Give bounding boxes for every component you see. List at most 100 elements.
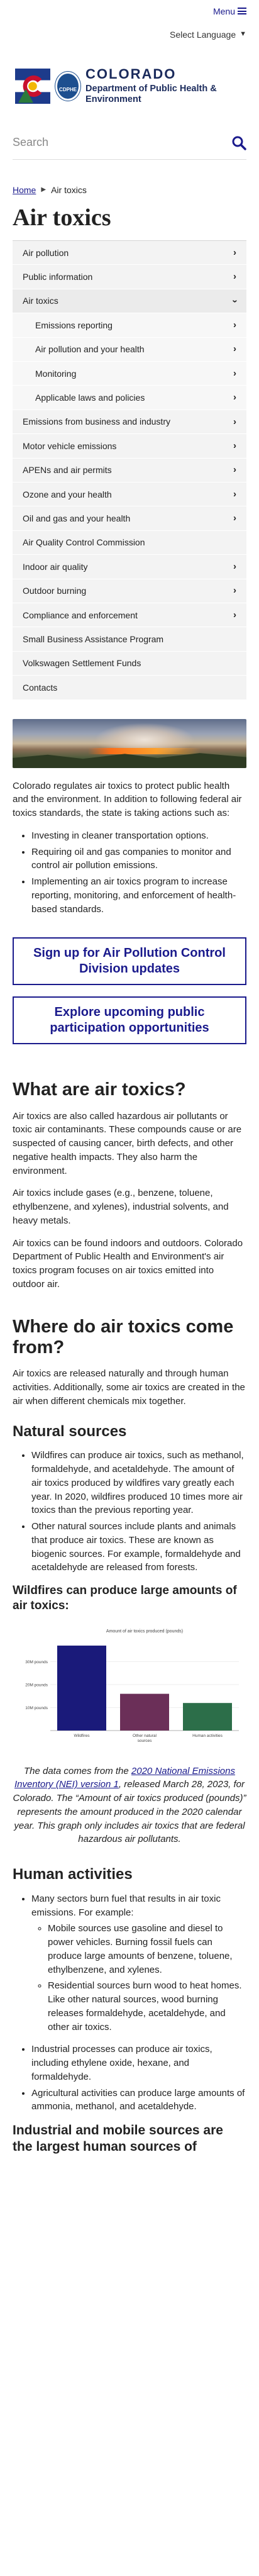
human-sublist: Mobile sources use gasoline and diesel t… [31, 1922, 246, 2034]
chevron-right-icon: › [233, 440, 236, 452]
list-item: Agricultural activities can produce larg… [31, 2087, 246, 2114]
side-navigation: Air pollution › Public information › Air t… [13, 240, 246, 700]
nav-item-motor-vehicle[interactable]: Motor vehicle emissions › [13, 434, 246, 459]
nav-item-label: Public information [23, 272, 93, 282]
nav-item-public-information[interactable]: Public information › [13, 265, 246, 289]
cdphe-logo-icon: CDPHE [55, 72, 81, 101]
list-item-text: Many sectors burn fuel that results in a… [31, 1893, 221, 1918]
nav-item-label: Air Quality Control Commission [23, 537, 145, 548]
nav-item-emissions-reporting[interactable]: Emissions reporting › [13, 313, 246, 338]
industrial-mobile-heading: Industrial and mobile sources are the la… [13, 2123, 223, 2155]
nav-item-contacts[interactable]: Contacts [13, 676, 246, 700]
nav-item-monitoring[interactable]: Monitoring › [13, 362, 246, 386]
nav-item-ozone[interactable]: Ozone and your health › [13, 482, 246, 507]
caption-lead: The data comes from the [23, 1765, 131, 1776]
bar-chart: Amount of air toxics produced (pounds) 10… [14, 1624, 245, 1751]
list-item: Residential sources burn wood to heat ho… [48, 1979, 246, 2034]
signup-updates-button[interactable]: Sign up for Air Pollution Control Divisi… [13, 937, 246, 986]
natural-list: Wildfires can produce air toxics, such a… [13, 1449, 246, 1575]
chevron-right-icon: ▶ [41, 186, 47, 193]
natural-sources-heading: Natural sources [13, 1422, 127, 1440]
nav-item-laws-policies[interactable]: Applicable laws and policies › [13, 386, 246, 410]
nav-item-label: Volkswagen Settlement Funds [23, 658, 141, 669]
chevron-right-icon: › [233, 271, 236, 282]
nav-item-label: Oil and gas and your health [23, 513, 131, 523]
what-paragraph-1: Air toxics are also called hazardous air… [13, 1110, 242, 1176]
public-participation-button[interactable]: Explore upcoming public participation op… [13, 996, 246, 1045]
what-paragraph-2: Air toxics include gases (e.g., benzene,… [13, 1188, 229, 1226]
wildfire-hero-image [13, 718, 246, 768]
breadcrumb-current: Air toxics [51, 185, 87, 195]
human-activities-heading: Human activities [13, 1866, 133, 1883]
y-tick-label: 10M pounds [25, 1706, 48, 1710]
breadcrumb-home-link[interactable]: Home [13, 184, 36, 196]
language-selector[interactable]: Select Language ▼ [0, 23, 259, 47]
nav-item-label: Motor vehicle emissions [23, 440, 117, 451]
chevron-right-icon: › [233, 320, 236, 331]
chart-background [14, 1624, 245, 1751]
nav-item-label: Contacts [23, 682, 58, 693]
chevron-right-icon: › [233, 585, 236, 596]
nav-item-compliance[interactable]: Compliance and enforcement › [13, 603, 246, 628]
list-item: Requiring oil and gas companies to monit… [31, 845, 246, 873]
x-tick-label: Wildfires [74, 1734, 91, 1738]
nav-item-aqcc[interactable]: Air Quality Control Commission [13, 530, 246, 555]
language-label: Select Language [170, 29, 236, 40]
nav-item-label: Ozone and your health [23, 489, 112, 499]
intro-section: Colorado regulates air toxics to protect… [13, 779, 246, 917]
y-tick-label: 30M pounds [25, 1660, 48, 1664]
intro-list: Investing in cleaner transportation opti… [13, 829, 246, 917]
nav-item-indoor-air[interactable]: Indoor air quality › [13, 555, 246, 579]
nav-item-label: Indoor air quality [23, 561, 88, 572]
search-bar [13, 126, 246, 160]
chevron-right-icon: › [233, 609, 236, 620]
natural-sources-section: Wildfires can produce air toxics, such a… [13, 1449, 246, 1575]
chevron-right-icon: › [233, 416, 236, 427]
search-icon[interactable] [231, 135, 246, 150]
where-heading: Where do air toxics come from? [13, 1316, 234, 1358]
y-tick-label: 20M pounds [25, 1683, 48, 1687]
search-input[interactable] [13, 136, 201, 149]
nav-item-label: Air pollution and your health [35, 344, 145, 355]
menu-button[interactable]: Menu [213, 5, 246, 18]
nav-item-business-industry[interactable]: Emissions from business and industry › [13, 410, 246, 435]
breadcrumb: Home ▶ Air toxics [13, 184, 246, 196]
site-brand[interactable]: CDPHE COLORADO Department of Public Heal… [0, 47, 259, 126]
nav-item-outdoor-burning[interactable]: Outdoor burning › [13, 579, 246, 603]
colorado-c-logo-icon [15, 68, 51, 104]
nav-item-air-toxics[interactable]: Air toxics › [13, 289, 246, 314]
nav-item-apens-permits[interactable]: APENs and air permits › [13, 458, 246, 482]
nav-item-oil-gas[interactable]: Oil and gas and your health › [13, 506, 246, 531]
bar-wildfires [57, 1645, 106, 1731]
nav-item-small-business[interactable]: Small Business Assistance Program [13, 627, 246, 652]
nav-item-volkswagen[interactable]: Volkswagen Settlement Funds [13, 651, 246, 676]
list-item: Investing in cleaner transportation opti… [31, 829, 246, 843]
chevron-right-icon: › [233, 464, 236, 476]
brand-state: COLORADO [85, 66, 177, 82]
what-section: Air toxics are also called hazardous air… [13, 1110, 246, 1291]
hamburger-icon [238, 8, 246, 15]
chart-heading: Wildfires can produce large amounts of a… [13, 1584, 237, 1612]
where-section: Air toxics are released naturally and th… [13, 1367, 246, 1408]
nav-item-label: Monitoring [35, 368, 77, 379]
human-list: Many sectors burn fuel that results in a… [13, 1892, 246, 2114]
nav-item-air-pollution-health[interactable]: Air pollution and your health › [13, 337, 246, 362]
chevron-right-icon: › [233, 247, 236, 258]
chevron-right-icon: › [233, 513, 236, 524]
chevron-right-icon: › [233, 367, 236, 379]
menu-label: Menu [212, 6, 235, 16]
chart-caption: The data comes from the 2020 National Em… [13, 1765, 246, 1847]
nav-item-label: Emissions reporting [35, 320, 113, 330]
where-paragraph: Air toxics are released naturally and th… [13, 1368, 245, 1407]
chevron-right-icon: › [233, 488, 236, 499]
list-item: Implementing an air toxics program to in… [31, 875, 246, 916]
air-toxics-chart: Amount of air toxics produced (pounds) 10… [14, 1624, 245, 1751]
list-item: Mobile sources use gasoline and diesel t… [48, 1922, 246, 1977]
nav-item-air-pollution[interactable]: Air pollution › [13, 241, 246, 265]
nav-item-label: Applicable laws and policies [35, 392, 145, 403]
chevron-right-icon: › [233, 343, 236, 355]
chart-title: Amount of air toxics produced (pounds) [106, 1629, 183, 1634]
intro-paragraph: Colorado regulates air toxics to protect… [13, 780, 242, 819]
human-activities-section: Many sectors burn fuel that results in a… [13, 1892, 246, 2114]
list-item: Wildfires can produce air toxics, such a… [31, 1449, 246, 1517]
